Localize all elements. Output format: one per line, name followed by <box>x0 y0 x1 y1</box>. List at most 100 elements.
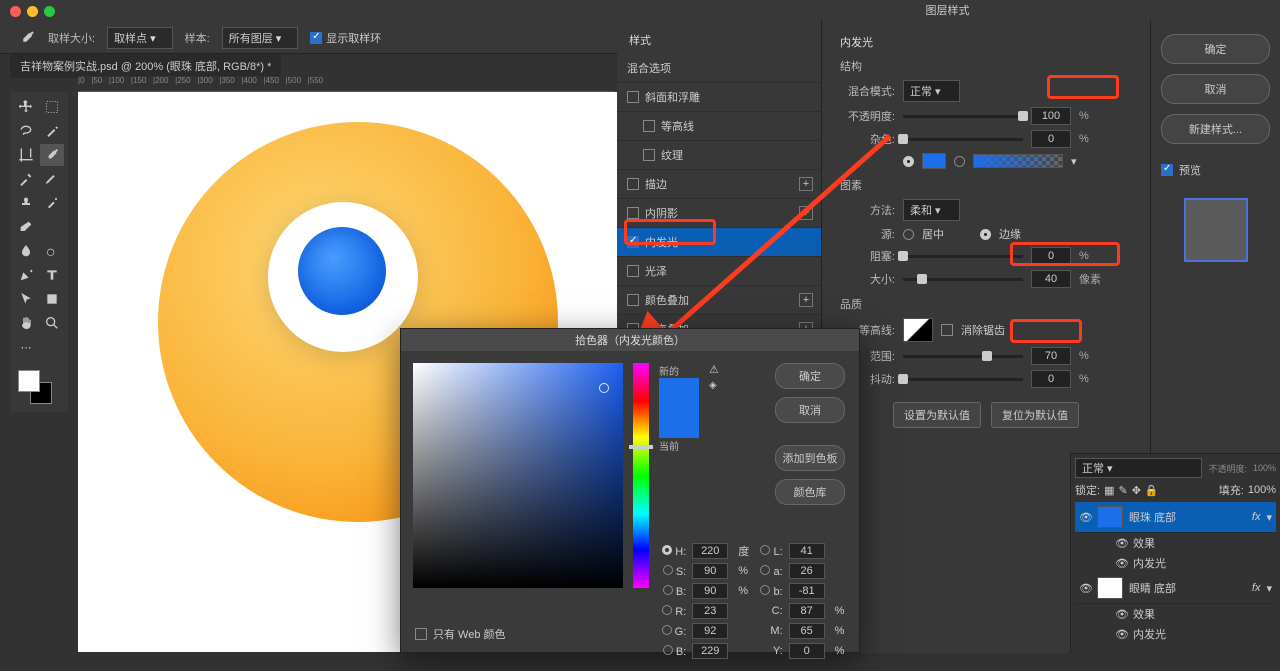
cp-add-swatch-button[interactable]: 添加到色板 <box>775 445 845 471</box>
close-window-button[interactable] <box>10 6 21 17</box>
gradient-tool[interactable] <box>40 216 64 238</box>
style-checkbox[interactable] <box>627 178 639 190</box>
source-edge-radio[interactable] <box>980 229 991 240</box>
dodge-tool[interactable] <box>40 240 64 262</box>
layer-name[interactable]: 眼珠 底部 <box>1129 509 1176 525</box>
brush-tool[interactable] <box>40 168 64 190</box>
style-checkbox[interactable] <box>643 120 655 132</box>
color-field[interactable] <box>413 363 623 588</box>
reset-default-button[interactable]: 复位为默认值 <box>991 402 1079 428</box>
s-input[interactable] <box>692 563 728 579</box>
r-radio[interactable] <box>662 605 672 615</box>
style-checkbox[interactable] <box>627 91 639 103</box>
style-item[interactable]: 等高线 <box>617 112 821 141</box>
opacity-input[interactable]: 100 <box>1031 107 1071 125</box>
b-input[interactable] <box>789 583 825 599</box>
web-colors-checkbox[interactable]: 只有 Web 颜色 <box>415 626 506 642</box>
move-tool[interactable] <box>14 96 38 118</box>
style-checkbox[interactable] <box>627 294 639 306</box>
crop-tool[interactable] <box>14 144 38 166</box>
lock-pixels-icon[interactable]: ▦ <box>1104 484 1114 497</box>
add-style-instance-button[interactable]: + <box>799 293 813 307</box>
visibility-toggle-icon[interactable]: 👁 <box>1079 582 1091 595</box>
h-radio[interactable] <box>662 545 672 555</box>
show-ring-checkbox[interactable]: 显示取样环 <box>310 30 381 46</box>
zoom-tool[interactable] <box>40 312 64 334</box>
hue-slider[interactable] <box>633 363 649 588</box>
edit-toolbar[interactable]: ⋯ <box>14 336 38 358</box>
b-radio[interactable] <box>760 585 770 595</box>
visibility-toggle-icon[interactable]: 👁 <box>1115 537 1127 550</box>
visibility-toggle-icon[interactable]: 👁 <box>1115 628 1127 641</box>
choke-input[interactable]: 0 <box>1031 247 1071 265</box>
layer-row[interactable]: 👁 眼珠 底部 fx ▾ <box>1075 502 1276 533</box>
blending-options-item[interactable]: 混合选项 <box>617 54 821 83</box>
layer-effects-row[interactable]: 👁效果 <box>1075 604 1276 624</box>
a-input[interactable] <box>789 563 825 579</box>
range-input[interactable]: 70 <box>1031 347 1071 365</box>
s-radio[interactable] <box>663 565 673 575</box>
bb-radio[interactable] <box>663 645 673 655</box>
visibility-toggle-icon[interactable]: 👁 <box>1079 511 1091 524</box>
wand-tool[interactable] <box>40 120 64 142</box>
type-tool[interactable] <box>40 264 64 286</box>
layer-effects-row[interactable]: 👁效果 <box>1075 533 1276 553</box>
l-radio[interactable] <box>760 545 770 555</box>
cp-cancel-button[interactable]: 取消 <box>775 397 845 423</box>
lock-all-icon[interactable]: 🔒 <box>1145 484 1159 497</box>
chevron-down-icon[interactable]: ▾ <box>1266 511 1272 524</box>
fx-badge[interactable]: fx <box>1252 582 1261 594</box>
layer-effect-innerglow[interactable]: 👁内发光 <box>1075 553 1276 573</box>
sample-size-select[interactable]: 取样点 ▾ <box>107 27 173 49</box>
m-input[interactable] <box>789 623 825 639</box>
fx-badge[interactable]: fx <box>1252 511 1261 523</box>
cube-icon[interactable]: ◈ <box>709 380 719 391</box>
color-swatches[interactable] <box>14 368 64 408</box>
history-brush-tool[interactable] <box>40 192 64 214</box>
noise-input[interactable]: 0 <box>1031 130 1071 148</box>
g-radio[interactable] <box>662 625 672 635</box>
pen-tool[interactable] <box>14 264 38 286</box>
choke-slider[interactable] <box>903 255 1023 258</box>
set-default-button[interactable]: 设置为默认值 <box>893 402 981 428</box>
c-input[interactable] <box>789 603 825 619</box>
cancel-button[interactable]: 取消 <box>1161 74 1270 104</box>
add-style-instance-button[interactable]: + <box>799 206 813 220</box>
bv-input[interactable] <box>692 583 728 599</box>
cp-color-libs-button[interactable]: 颜色库 <box>775 479 845 505</box>
style-checkbox[interactable] <box>627 236 639 248</box>
maximize-window-button[interactable] <box>44 6 55 17</box>
eyedropper-icon[interactable] <box>18 29 36 47</box>
source-center-radio[interactable] <box>903 229 914 240</box>
preview-checkbox[interactable]: 预览 <box>1161 162 1270 178</box>
lock-brush-icon[interactable]: ✎ <box>1118 484 1127 497</box>
hue-knob[interactable] <box>629 445 653 449</box>
eyedropper-tool[interactable] <box>40 144 64 166</box>
foreground-color-swatch[interactable] <box>18 370 40 392</box>
new-style-button[interactable]: 新建样式... <box>1161 114 1270 144</box>
style-item[interactable]: 斜面和浮雕 <box>617 83 821 112</box>
g-input[interactable] <box>692 623 728 639</box>
style-item[interactable]: 内发光 <box>617 228 821 257</box>
solid-color-radio[interactable] <box>903 156 914 167</box>
visibility-toggle-icon[interactable]: 👁 <box>1115 557 1127 570</box>
style-item[interactable]: 纹理 <box>617 141 821 170</box>
a-radio[interactable] <box>760 565 770 575</box>
noise-slider[interactable] <box>903 138 1023 141</box>
antialias-checkbox[interactable] <box>941 324 953 336</box>
y-input[interactable] <box>789 643 825 659</box>
jitter-slider[interactable] <box>903 378 1023 381</box>
size-slider[interactable] <box>903 278 1023 281</box>
layer-blend-mode-select[interactable]: 正常 ▾ <box>1075 458 1202 478</box>
shape-tool[interactable] <box>40 288 64 310</box>
style-checkbox[interactable] <box>643 149 655 161</box>
layer-name[interactable]: 眼睛 底部 <box>1129 580 1176 596</box>
contour-picker[interactable] <box>903 318 933 342</box>
gradient-radio[interactable] <box>954 156 965 167</box>
cp-ok-button[interactable]: 确定 <box>775 363 845 389</box>
visibility-toggle-icon[interactable]: 👁 <box>1115 608 1127 621</box>
jitter-input[interactable]: 0 <box>1031 370 1071 388</box>
layer-row[interactable]: 👁 眼睛 底部 fx▾ <box>1075 573 1276 604</box>
lasso-tool[interactable] <box>14 120 38 142</box>
opacity-slider[interactable] <box>903 115 1023 118</box>
